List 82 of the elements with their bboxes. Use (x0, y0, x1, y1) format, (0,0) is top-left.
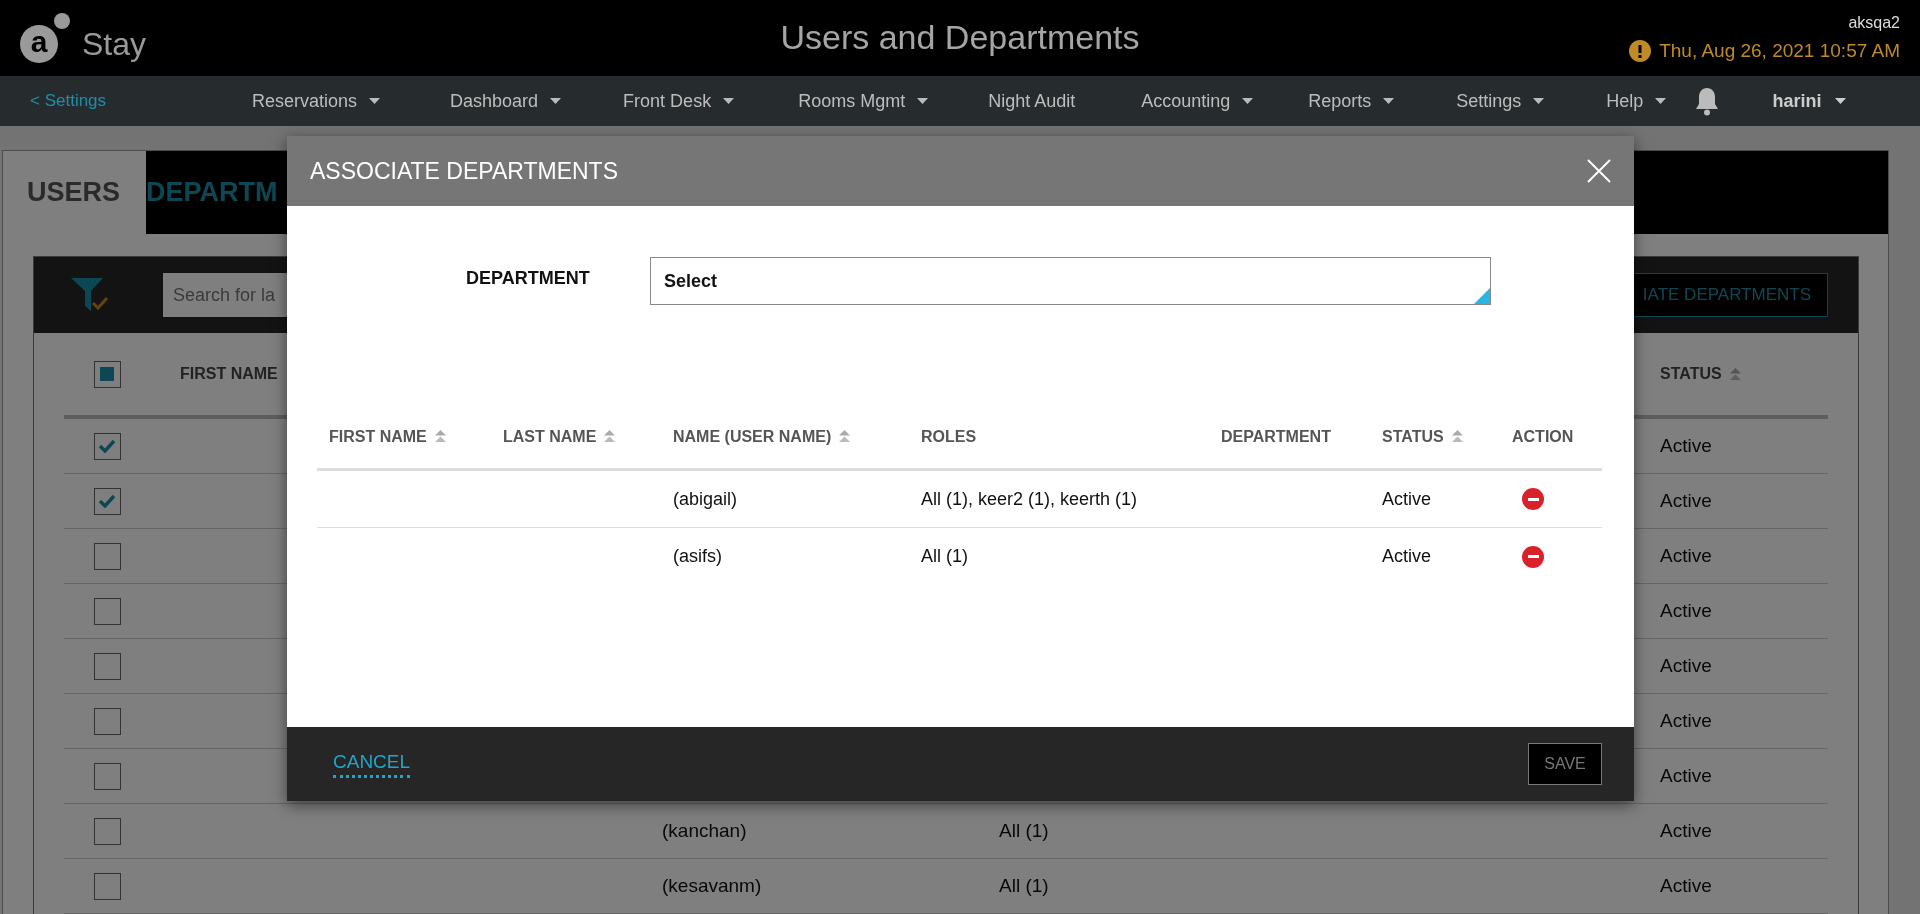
table-cell: Active (1660, 820, 1712, 841)
row-checkbox[interactable] (93, 487, 121, 515)
row-checkbox[interactable] (93, 817, 121, 845)
date-time: Thu, Aug 26, 2021 10:57 AM (1659, 40, 1900, 62)
row-checkbox[interactable] (93, 542, 121, 570)
table-cell: Active (1660, 545, 1712, 566)
row-checkbox[interactable] (93, 652, 121, 680)
nav-menu-item[interactable]: Rooms Mgmt (798, 90, 929, 112)
caret-icon (1383, 98, 1395, 104)
remove-button[interactable] (1522, 545, 1544, 568)
nav-menu-item[interactable]: Reports (1308, 90, 1395, 112)
nav-menu-item[interactable]: Reservations (252, 90, 381, 112)
warning-icon (1629, 40, 1652, 62)
field-label: DEPARTMENT (466, 267, 591, 289)
checkmark-icon (98, 494, 116, 508)
caret-icon (369, 98, 381, 104)
sort-icon[interactable] (604, 430, 616, 443)
sort-icon[interactable] (839, 430, 851, 443)
row-checkbox[interactable] (93, 872, 121, 900)
nav-menu-item[interactable]: Accounting (1141, 90, 1254, 112)
page-title: Users and Departments (780, 18, 1140, 56)
table-cell: (kesavanm) (662, 875, 762, 896)
nav-menu-item[interactable]: Help (1606, 90, 1667, 112)
cancel-link[interactable]: CANCEL (333, 750, 411, 778)
table-cell: All (1) (921, 546, 968, 567)
column-header: ACTION (1512, 427, 1574, 446)
caret-icon (723, 98, 735, 104)
table-cell: Active (1660, 435, 1712, 456)
caret-icon (1835, 98, 1847, 104)
caret-icon (917, 98, 929, 104)
tab[interactable]: USERS (3, 151, 146, 234)
bell-icon[interactable] (1694, 86, 1721, 116)
row-checkbox[interactable] (93, 707, 121, 735)
row-checkbox[interactable] (93, 762, 121, 790)
user-menu[interactable]: harini (1772, 90, 1847, 112)
table-cell: Active (1660, 765, 1712, 786)
close-button[interactable] (1586, 158, 1612, 184)
caret-icon (1242, 98, 1254, 104)
account-name: aksqa2 (1848, 14, 1900, 32)
table-cell: (abigail) (673, 488, 738, 510)
nav-menu-item[interactable]: Night Audit (988, 90, 1076, 112)
sort-icon[interactable] (1451, 430, 1463, 443)
nav-menu-item[interactable]: Settings (1456, 90, 1545, 112)
department-select[interactable]: Select (650, 257, 1491, 305)
column-header: STATUS (1382, 427, 1444, 446)
caret-icon (1655, 98, 1667, 104)
logo-mark: a (20, 13, 70, 63)
column-header: DEPARTMENT (1221, 427, 1331, 446)
remove-button[interactable] (1522, 488, 1544, 510)
table-cell: Active (1382, 546, 1432, 567)
row-checkbox[interactable] (93, 432, 121, 460)
select-all-checkbox[interactable] (93, 360, 121, 388)
table-cell: Active (1660, 600, 1712, 621)
column-header: STATUS (1660, 365, 1722, 383)
back-link[interactable]: < Settings (30, 91, 252, 111)
filter-icon[interactable] (69, 276, 111, 314)
column-header: NAME (USER NAME) (673, 427, 832, 446)
sort-icon[interactable] (434, 430, 446, 443)
column-header: ROLES (921, 427, 977, 446)
nav-menu-item[interactable]: Dashboard (450, 90, 562, 112)
table-cell: (kanchan) (662, 820, 747, 841)
logo-text: Stay (82, 25, 147, 63)
column-header: FIRST NAME (180, 365, 278, 383)
row-checkbox[interactable] (93, 597, 121, 625)
table-cell: Active (1660, 710, 1712, 731)
caret-icon (550, 98, 562, 104)
table-cell: All (1) (999, 875, 1049, 896)
nav-menu-item[interactable]: Front Desk (623, 90, 735, 112)
dialog-title: ASSOCIATE DEPARTMENTS (310, 157, 618, 185)
sort-icon[interactable] (1729, 367, 1741, 381)
table-cell: All (1), keer2 (1), keerth (1) (921, 488, 1138, 510)
column-header: LAST NAME (503, 427, 597, 446)
table-cell: Active (1382, 488, 1432, 510)
column-header: FIRST NAME (329, 427, 427, 446)
table-cell: All (1) (999, 820, 1049, 841)
table-cell: (asifs) (673, 546, 722, 567)
dropdown-corner-icon (1474, 288, 1490, 304)
checkmark-icon (98, 439, 116, 453)
table-cell: Active (1660, 490, 1712, 511)
table-cell: Active (1660, 655, 1712, 676)
table-cell: Active (1660, 875, 1712, 896)
caret-icon (1533, 98, 1545, 104)
